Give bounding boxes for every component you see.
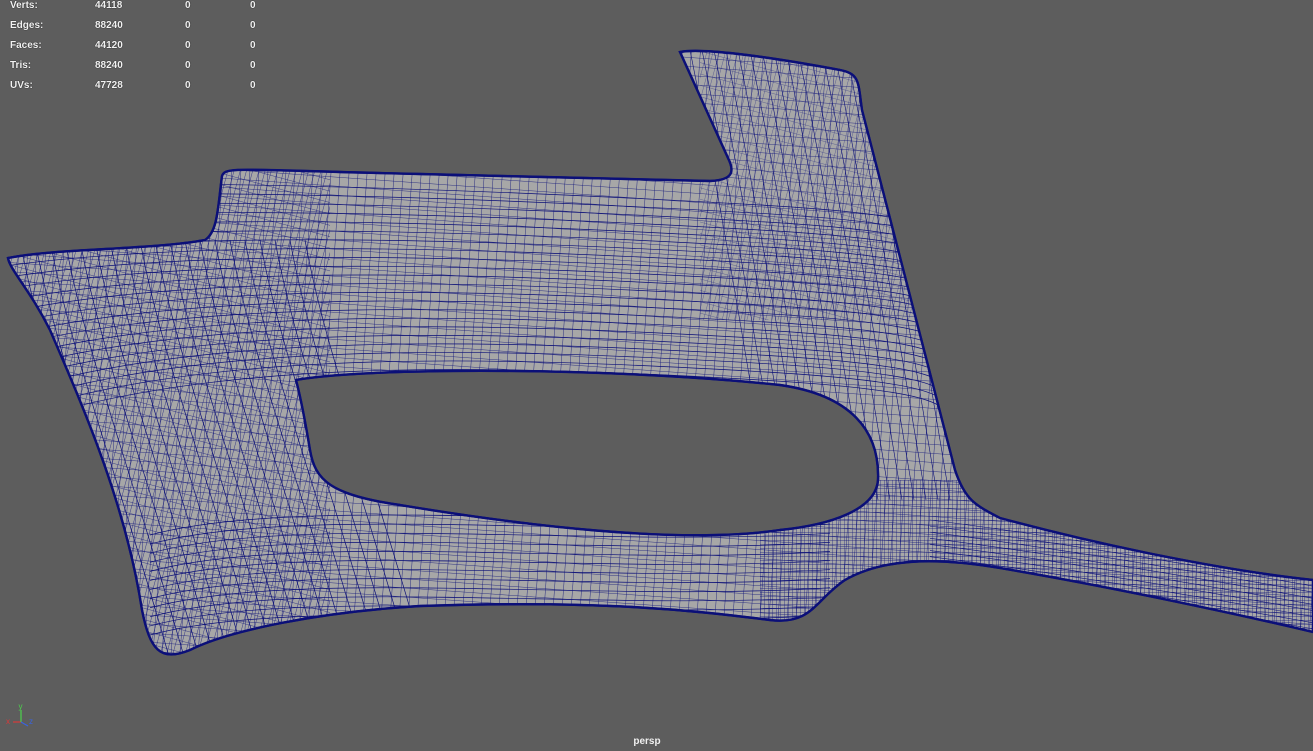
z-axis-label: z bbox=[29, 717, 33, 726]
hud-components: 0 bbox=[250, 40, 256, 51]
hud-components: 0 bbox=[250, 0, 256, 11]
hud-selected: 0 bbox=[185, 60, 191, 71]
y-axis-label: y bbox=[19, 702, 23, 711]
z-axis-icon bbox=[20, 721, 29, 727]
wireframe-mesh[interactable] bbox=[0, 0, 1313, 751]
hud-total: 47728 bbox=[95, 80, 123, 91]
hud-components: 0 bbox=[250, 20, 256, 31]
hud-total: 88240 bbox=[95, 60, 123, 71]
hud-label: Edges: bbox=[10, 20, 44, 31]
hud-label: UVs: bbox=[10, 80, 33, 91]
hud-selected: 0 bbox=[185, 80, 191, 91]
hud-total: 44120 bbox=[95, 40, 123, 51]
hud-label: Tris: bbox=[10, 60, 32, 71]
hud-components: 0 bbox=[250, 60, 256, 71]
view-axis-gizmo: x y z bbox=[6, 702, 33, 727]
hud-label: Verts: bbox=[10, 0, 38, 11]
hud-total: 88240 bbox=[95, 20, 123, 31]
3d-viewport[interactable]: Verts: 44118 0 0 Edges: 88240 0 0 Faces:… bbox=[0, 0, 1313, 751]
hud-total: 44118 bbox=[95, 0, 123, 11]
camera-name-label: persp bbox=[633, 736, 661, 747]
hud-selected: 0 bbox=[185, 40, 191, 51]
hud-label: Faces: bbox=[10, 40, 42, 51]
hud-selected: 0 bbox=[185, 20, 191, 31]
hud-selected: 0 bbox=[185, 0, 191, 11]
hud-components: 0 bbox=[250, 80, 256, 91]
x-axis-label: x bbox=[6, 717, 10, 726]
